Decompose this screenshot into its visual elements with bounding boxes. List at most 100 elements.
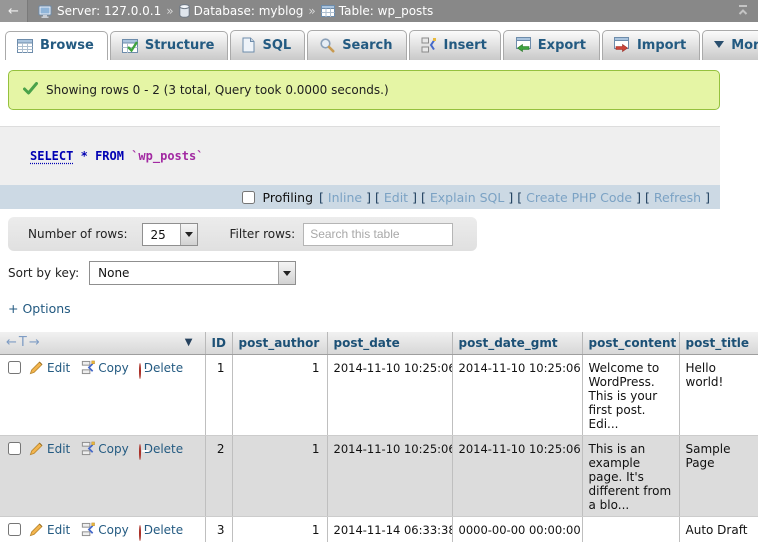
tab-insert[interactable]: Insert — [409, 30, 501, 60]
rows-select-value: 25 — [143, 224, 180, 245]
row-controls-bar: Number of rows: 25 Filter rows: — [8, 217, 477, 251]
structure-icon — [122, 39, 138, 53]
profiling-checkbox[interactable] — [242, 191, 255, 204]
row-checkbox[interactable] — [8, 523, 21, 536]
column-header-id[interactable]: ID — [205, 332, 232, 354]
success-message-text: Showing rows 0 - 2 (3 total, Query took … — [46, 83, 389, 97]
collapse-top-button[interactable] — [728, 4, 758, 19]
breadcrumb-separator: » — [166, 4, 173, 18]
delete-link[interactable]: Delete — [144, 442, 183, 456]
cell-post-content: Welcome to WordPress. This is your first… — [582, 354, 679, 435]
profiling-label: Profiling — [263, 190, 314, 205]
table-icon — [321, 5, 335, 17]
delete-link[interactable]: Delete — [144, 361, 183, 375]
cell-post-author: 1 — [232, 354, 327, 435]
results-table: ←T→ ▼ ID post_author post_date post_date… — [0, 332, 758, 542]
more-dropdown-icon — [714, 41, 724, 53]
sql-icon — [242, 37, 255, 53]
inline-link[interactable]: Inline — [328, 190, 362, 205]
bracket: [ — [319, 190, 324, 205]
copy-link[interactable]: Copy — [98, 361, 128, 375]
cell-post-content: This is an example page. It's different … — [582, 435, 679, 516]
breadcrumb-bar: ← Server: 127.0.0.1 » Database: myblog »… — [0, 0, 758, 22]
sql-table-ref: `wp_posts` — [131, 149, 203, 163]
tab-browse[interactable]: Browse — [5, 31, 108, 60]
delete-icon — [139, 525, 141, 541]
back-arrow-icon: ← — [8, 4, 19, 19]
dropdown-arrow-icon — [180, 224, 197, 245]
delete-link[interactable]: Delete — [144, 523, 183, 537]
import-icon — [614, 37, 630, 53]
cell-post-date: 2014-11-10 10:25:06 — [327, 435, 452, 516]
cell-post-date: 2014-11-14 06:33:38 — [327, 516, 452, 542]
cell-id: 3 — [205, 516, 232, 542]
column-header-post-title[interactable]: post_title — [679, 332, 758, 354]
bracket: [ — [375, 190, 380, 205]
cell-post-title: Hello world! — [679, 354, 758, 435]
tab-label: More — [731, 38, 758, 53]
sql-keyword-select: SELECT — [30, 149, 73, 163]
edit-link[interactable]: Edit — [47, 361, 70, 375]
breadcrumb-server[interactable]: Server: 127.0.0.1 — [38, 4, 161, 18]
server-icon — [38, 5, 53, 18]
delete-icon — [139, 363, 141, 379]
tab-more[interactable]: More — [702, 30, 758, 60]
breadcrumb-server-label: Server: 127.0.0.1 — [57, 4, 161, 18]
edit-link[interactable]: Edit — [47, 442, 70, 456]
delete-icon — [139, 444, 141, 460]
column-nav-controls[interactable]: ←T→ — [6, 335, 42, 350]
create-php-code-link[interactable]: Create PHP Code — [526, 190, 632, 205]
table-row: EditCopyDelete 3 1 2014-11-14 06:33:38 0… — [0, 516, 758, 542]
rows-select[interactable]: 25 — [142, 223, 198, 246]
back-button[interactable]: ← — [0, 0, 28, 22]
column-header-post-date-gmt[interactable]: post_date_gmt — [452, 332, 582, 354]
browse-icon — [17, 39, 33, 53]
row-checkbox[interactable] — [8, 361, 21, 374]
column-header-post-author[interactable]: post_author — [232, 332, 327, 354]
bracket: [ — [517, 190, 522, 205]
bracket: ] — [412, 190, 417, 205]
query-toolbar: Profiling [ Inline ] [ Edit ] [ Explain … — [0, 185, 720, 209]
tab-import[interactable]: Import — [602, 30, 700, 60]
breadcrumb-database[interactable]: Database: myblog — [179, 4, 304, 18]
column-header-actions: ←T→ ▼ — [0, 332, 205, 354]
collapse-top-icon — [735, 4, 751, 19]
cell-post-title: Auto Draft — [679, 516, 758, 542]
sort-indicator-icon: ▼ — [185, 337, 193, 348]
cell-post-date-gmt: 0000-00-00 00:00:00 — [452, 516, 582, 542]
cell-post-date-gmt: 2014-11-10 10:25:06 — [452, 354, 582, 435]
column-header-post-date[interactable]: post_date — [327, 332, 452, 354]
filter-input[interactable] — [303, 223, 453, 246]
copy-icon — [80, 441, 95, 459]
tab-structure[interactable]: Structure — [110, 31, 229, 60]
edit-icon — [29, 522, 44, 540]
bracket: ] — [705, 190, 710, 205]
copy-link[interactable]: Copy — [98, 523, 128, 537]
copy-link[interactable]: Copy — [98, 442, 128, 456]
options-toggle[interactable]: + Options — [8, 301, 71, 316]
breadcrumb: Server: 127.0.0.1 » Database: myblog » T… — [28, 4, 728, 18]
sql-star: * — [81, 149, 88, 163]
breadcrumb-table-label: Table: wp_posts — [339, 4, 434, 18]
tab-sql[interactable]: SQL — [230, 30, 305, 60]
bracket: ] — [508, 190, 513, 205]
explain-sql-link[interactable]: Explain SQL — [430, 190, 504, 205]
tab-export[interactable]: Export — [503, 30, 600, 60]
bracket: ] — [636, 190, 641, 205]
tab-bar: Browse Structure SQL Search Insert Expor… — [0, 22, 758, 60]
column-header-post-content[interactable]: post_content — [582, 332, 679, 354]
sort-select[interactable]: None — [89, 261, 296, 285]
refresh-link[interactable]: Refresh — [654, 190, 701, 205]
tab-label: Insert — [444, 38, 487, 53]
cell-id: 2 — [205, 435, 232, 516]
tab-search[interactable]: Search — [307, 30, 406, 60]
edit-link[interactable]: Edit — [47, 523, 70, 537]
row-checkbox[interactable] — [8, 442, 21, 455]
tab-label: Structure — [145, 38, 215, 53]
table-row: EditCopyDelete 1 1 2014-11-10 10:25:06 2… — [0, 354, 758, 435]
edit-query-link[interactable]: Edit — [384, 190, 408, 205]
sql-query-text: SELECT * FROM `wp_posts` — [0, 126, 720, 185]
breadcrumb-table[interactable]: Table: wp_posts — [321, 4, 434, 18]
cell-post-date: 2014-11-10 10:25:06 — [327, 354, 452, 435]
tab-label: Export — [538, 38, 586, 53]
